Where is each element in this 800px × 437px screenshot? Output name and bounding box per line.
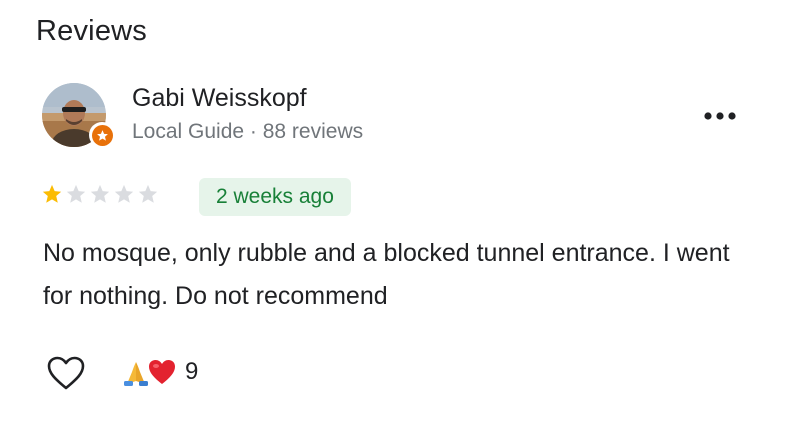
reviews-panel: Reviews Gabi Weisskopf Local Guide · 88 … — [0, 0, 800, 437]
star-empty-icon — [137, 183, 159, 205]
reaction-count: 9 — [185, 358, 199, 385]
star-filled-icon — [41, 183, 63, 205]
author-name[interactable]: Gabi Weisskopf — [132, 84, 307, 113]
like-button[interactable] — [46, 355, 86, 391]
heart-outline-icon — [47, 356, 85, 390]
star-rating — [41, 183, 159, 205]
review-time-badge: 2 weeks ago — [199, 178, 351, 216]
reactions[interactable]: 9 — [121, 357, 198, 387]
star-empty-icon — [89, 183, 111, 205]
red-heart-icon — [147, 357, 177, 387]
more-options-button[interactable] — [698, 101, 742, 131]
star-empty-icon — [65, 183, 87, 205]
more-options-icon — [704, 112, 736, 120]
star-empty-icon — [113, 183, 135, 205]
local-guide-badge-icon — [89, 122, 115, 148]
review-text: No mosque, only rubble and a blocked tun… — [43, 239, 730, 310]
section-title: Reviews — [36, 15, 147, 47]
author-meta: Local Guide · 88 reviews — [132, 120, 364, 143]
